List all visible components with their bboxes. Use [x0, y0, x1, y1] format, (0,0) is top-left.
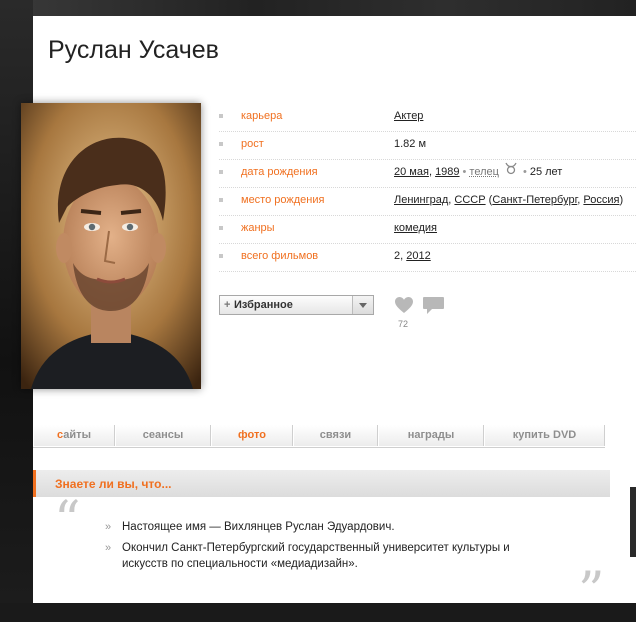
- film-year-link[interactable]: 2012: [406, 250, 430, 262]
- info-row-birthplace: место рождения Ленинград, СССР (Санкт-Пе…: [219, 188, 636, 216]
- open-quote-icon: “: [54, 495, 81, 547]
- taurus-zodiac-icon[interactable]: [504, 160, 518, 184]
- dot-separator: •: [463, 166, 467, 178]
- tab-photo[interactable]: фото: [211, 425, 293, 446]
- dropdown-arrow-icon[interactable]: [352, 296, 373, 314]
- info-label: карьера: [241, 104, 282, 128]
- info-value: 20 мая, 1989 • телец • 25 лет: [394, 160, 562, 184]
- birth-city-link[interactable]: Ленинград: [394, 194, 448, 206]
- close-quote-icon: ”: [578, 566, 605, 618]
- row-bullet: [219, 226, 223, 230]
- birth-country-link[interactable]: СССР: [454, 194, 485, 206]
- city-now-link[interactable]: Санкт-Петербург: [492, 194, 577, 206]
- comment-icon[interactable]: [422, 296, 445, 321]
- info-label: жанры: [241, 216, 275, 240]
- did-you-know-header: Знаете ли вы, что...: [33, 470, 610, 497]
- dot-separator: •: [523, 166, 527, 178]
- info-value: Актер: [394, 104, 423, 128]
- zodiac-link[interactable]: телец: [469, 166, 499, 178]
- info-row-genres: жанры комедия: [219, 216, 636, 244]
- person-info-list: карьера Актер рост 1.82 м дата рождения …: [219, 104, 636, 272]
- row-bullet: [219, 254, 223, 258]
- did-you-know-title: Знаете ли вы, что...: [55, 477, 171, 491]
- info-row-height: рост 1.82 м: [219, 132, 636, 160]
- fact-item: » Настоящее имя — Вихлянцев Руслан Эдуар…: [105, 519, 545, 535]
- info-value: Ленинград, СССР (Санкт-Петербург, Россия…: [394, 188, 623, 212]
- like-count: 72: [398, 319, 408, 329]
- info-label: место рождения: [241, 188, 324, 212]
- page-title: Руслан Усачев: [48, 36, 219, 65]
- age-value: 25 лет: [530, 166, 563, 178]
- tab-awards[interactable]: награды: [378, 425, 484, 446]
- background-top: [0, 0, 636, 16]
- fact-bullet: »: [105, 540, 111, 556]
- birth-date-link[interactable]: 20 мая: [394, 166, 429, 178]
- heart-icon[interactable]: [394, 296, 414, 319]
- genre-link[interactable]: комедия: [394, 222, 437, 234]
- fact-bullet: »: [105, 519, 111, 535]
- tab-connections[interactable]: связи: [293, 425, 378, 446]
- film-count: 2,: [394, 250, 403, 262]
- fact-text: Окончил Санкт-Петербургский государствен…: [122, 542, 510, 570]
- info-value: 2, 2012: [394, 244, 431, 268]
- favorites-select[interactable]: + Избранное: [219, 295, 374, 315]
- tab-showtimes[interactable]: сеансы: [115, 425, 211, 446]
- birth-year-link[interactable]: 1989: [435, 166, 459, 178]
- info-label: всего фильмов: [241, 244, 318, 268]
- tab-sites[interactable]: сайты: [33, 425, 115, 446]
- info-label: рост: [241, 132, 264, 156]
- fact-item: » Окончил Санкт-Петербургский государств…: [105, 540, 545, 572]
- portrait-image: [21, 103, 201, 389]
- info-label: дата рождения: [241, 160, 318, 184]
- plus-icon: +: [224, 299, 230, 311]
- tab-label: айты: [63, 429, 91, 441]
- info-value: комедия: [394, 216, 437, 240]
- tab-buy-dvd[interactable]: купить DVD: [484, 425, 605, 446]
- side-widget-edge: [630, 487, 636, 557]
- row-bullet: [219, 198, 223, 202]
- paren-close: ): [619, 194, 623, 206]
- row-bullet: [219, 170, 223, 174]
- country-now-link[interactable]: Россия: [583, 194, 619, 206]
- info-row-films: всего фильмов 2, 2012: [219, 244, 636, 272]
- career-link[interactable]: Актер: [394, 110, 423, 122]
- favorites-label: Избранное: [234, 299, 293, 311]
- facts-list: » Настоящее имя — Вихлянцев Руслан Эдуар…: [105, 519, 545, 577]
- tab-bar: сайты сеансы фото связи награды купить D…: [33, 425, 605, 448]
- person-photo[interactable]: [21, 103, 201, 389]
- info-row-birthdate: дата рождения 20 мая, 1989 • телец • 25 лет: [219, 160, 636, 188]
- fact-text: Настоящее имя — Вихлянцев Руслан Эдуардо…: [122, 521, 395, 533]
- row-bullet: [219, 142, 223, 146]
- info-row-career: карьера Актер: [219, 104, 636, 132]
- row-bullet: [219, 114, 223, 118]
- height-value: 1.82 м: [394, 132, 426, 156]
